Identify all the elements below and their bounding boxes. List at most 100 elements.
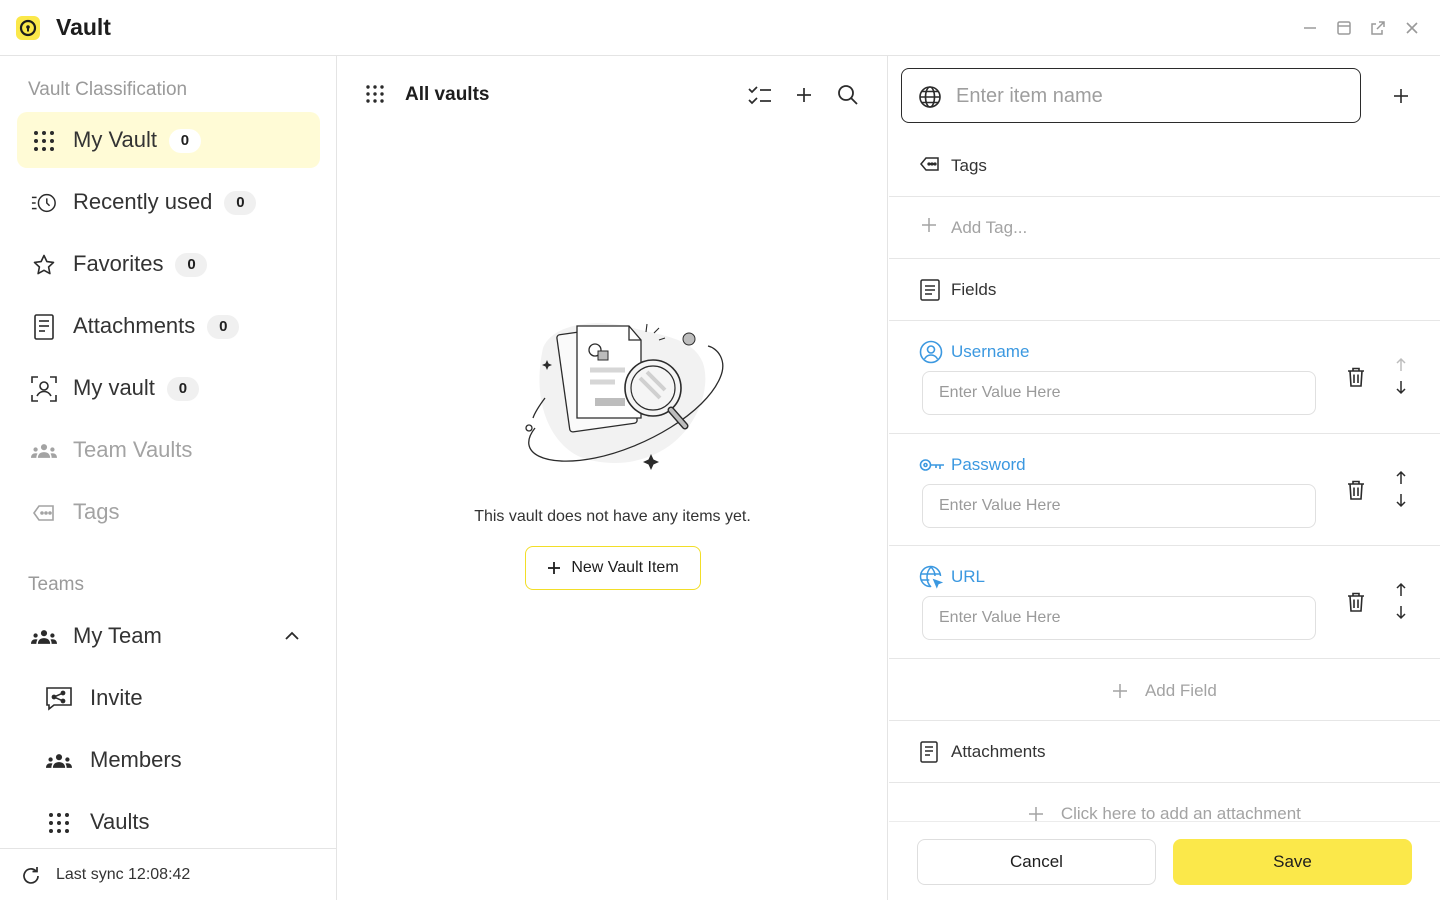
- multi-select-icon[interactable]: [747, 82, 773, 108]
- fields-label: Fields: [951, 280, 997, 299]
- sidebar-item-tags[interactable]: Tags: [17, 484, 320, 540]
- sidebar-item-label: Team Vaults: [73, 437, 193, 462]
- field-label: Password: [951, 455, 1026, 474]
- document-icon: [31, 314, 57, 340]
- tag-icon: [31, 500, 57, 526]
- popout-icon[interactable]: [1366, 16, 1390, 40]
- url-value-input[interactable]: [922, 596, 1316, 640]
- sidebar-item-my-team[interactable]: My Team: [17, 608, 320, 664]
- plus-icon: [1112, 683, 1128, 699]
- sidebar-item-label: Tags: [73, 499, 120, 524]
- fields-section-header: Fields: [889, 259, 1440, 321]
- add-tag-row[interactable]: Add Tag...: [889, 197, 1440, 259]
- add-field-label: Add Field: [1144, 680, 1217, 700]
- trash-icon[interactable]: [1345, 479, 1367, 501]
- maximize-icon[interactable]: [1332, 16, 1356, 40]
- list-document-icon: [919, 279, 941, 301]
- sidebar: Vault Classification My Vault 0 Recently …: [0, 56, 337, 900]
- sidebar-item-my-vault[interactable]: My Vault 0: [17, 112, 320, 168]
- add-field-button[interactable]: Add Field: [889, 680, 1440, 701]
- sidebar-item-label: Attachments: [73, 313, 196, 338]
- username-value-input[interactable]: [922, 371, 1316, 415]
- add-tag-label: Add Tag...: [951, 218, 1028, 237]
- trash-icon[interactable]: [1345, 591, 1367, 613]
- grid-dots-icon: [31, 128, 57, 154]
- sidebar-item-members[interactable]: Members: [34, 732, 320, 788]
- app-title: Vault: [56, 14, 111, 40]
- cancel-button[interactable]: Cancel: [917, 839, 1156, 885]
- user-circle-icon: [919, 340, 943, 364]
- plus-icon: [1028, 806, 1044, 822]
- recent-clock-icon: [31, 190, 57, 216]
- close-icon[interactable]: [1400, 16, 1424, 40]
- title-bar: Vault: [0, 0, 1440, 56]
- field-row-url: URL: [889, 546, 1440, 659]
- sidebar-item-recently-used[interactable]: Recently used 0: [17, 174, 320, 230]
- sidebar-item-my-vault-personal[interactable]: My vault 0: [17, 360, 320, 416]
- new-vault-item-button[interactable]: New Vault Item: [525, 546, 701, 590]
- sidebar-item-invite[interactable]: Invite: [34, 670, 320, 726]
- key-icon: [919, 453, 945, 477]
- plus-icon: [921, 217, 943, 239]
- count-badge: 0: [207, 315, 240, 339]
- move-up-icon[interactable]: [1393, 357, 1409, 373]
- vault-classification-heading: Vault Classification: [28, 79, 188, 100]
- new-vault-item-label: New Vault Item: [571, 559, 679, 576]
- share-icon: [46, 686, 72, 712]
- count-badge: 0: [224, 191, 257, 215]
- sidebar-item-label: Favorites: [73, 251, 164, 276]
- sidebar-item-label: My vault: [73, 375, 155, 400]
- vault-list-panel: All vaults This vault does not have any …: [337, 56, 888, 900]
- sidebar-item-label: My Vault: [73, 127, 157, 152]
- search-icon[interactable]: [835, 82, 861, 108]
- teams-heading: Teams: [28, 574, 84, 595]
- last-sync-text: Last sync 12:08:42: [56, 866, 191, 883]
- item-name-field: [901, 68, 1361, 123]
- move-up-icon[interactable]: [1393, 582, 1409, 598]
- document-icon: [919, 741, 941, 763]
- move-down-icon[interactable]: [1393, 379, 1409, 395]
- field-row-password: Password: [889, 434, 1440, 546]
- item-name-input[interactable]: [956, 81, 1346, 111]
- team-icon: [31, 624, 57, 650]
- save-button[interactable]: Save: [1173, 839, 1412, 885]
- attachments-section-header: Attachments: [889, 721, 1440, 783]
- sidebar-item-team-vaults[interactable]: Team Vaults: [17, 422, 320, 478]
- move-down-icon[interactable]: [1393, 492, 1409, 508]
- vault-logo-icon: [16, 16, 40, 40]
- sync-status-bar: Last sync 12:08:42: [0, 848, 336, 900]
- item-editor-panel: Tags Add Tag... Fields Username: [889, 56, 1440, 900]
- move-up-icon[interactable]: [1393, 470, 1409, 486]
- field-label: URL: [951, 567, 986, 586]
- field-row-username: Username: [889, 321, 1440, 434]
- team-icon: [31, 438, 57, 464]
- trash-icon[interactable]: [1345, 366, 1367, 388]
- list-title: All vaults: [405, 84, 490, 105]
- empty-state-text: This vault does not have any items yet.: [474, 508, 751, 525]
- sidebar-item-vaults[interactable]: Vaults: [34, 794, 320, 850]
- minimize-icon[interactable]: [1298, 16, 1322, 40]
- add-icon[interactable]: [1389, 84, 1413, 108]
- password-value-input[interactable]: [922, 484, 1316, 528]
- sidebar-item-label: My Team: [73, 623, 162, 648]
- team-icon: [46, 748, 72, 774]
- count-badge: 0: [168, 129, 201, 153]
- user-frame-icon: [31, 376, 57, 402]
- sidebar-item-label: Invite: [90, 685, 143, 710]
- tags-section-header: Tags: [889, 135, 1440, 197]
- sidebar-item-attachments[interactable]: Attachments 0: [17, 298, 320, 354]
- sidebar-item-favorites[interactable]: Favorites 0: [17, 236, 320, 292]
- tag-icon: [919, 155, 941, 177]
- count-badge: 0: [166, 377, 199, 401]
- grid-dots-icon: [46, 810, 72, 836]
- add-icon[interactable]: [791, 82, 817, 108]
- field-label: Username: [951, 342, 1030, 361]
- move-down-icon[interactable]: [1393, 604, 1409, 620]
- editor-footer: Cancel Save: [889, 821, 1440, 900]
- sidebar-item-label: Vaults: [90, 809, 150, 834]
- refresh-icon[interactable]: [20, 865, 42, 887]
- plus-icon: [547, 561, 561, 575]
- sidebar-item-label: Members: [90, 747, 182, 772]
- chevron-up-icon[interactable]: [282, 626, 302, 646]
- add-field-row: Add Field: [889, 659, 1440, 721]
